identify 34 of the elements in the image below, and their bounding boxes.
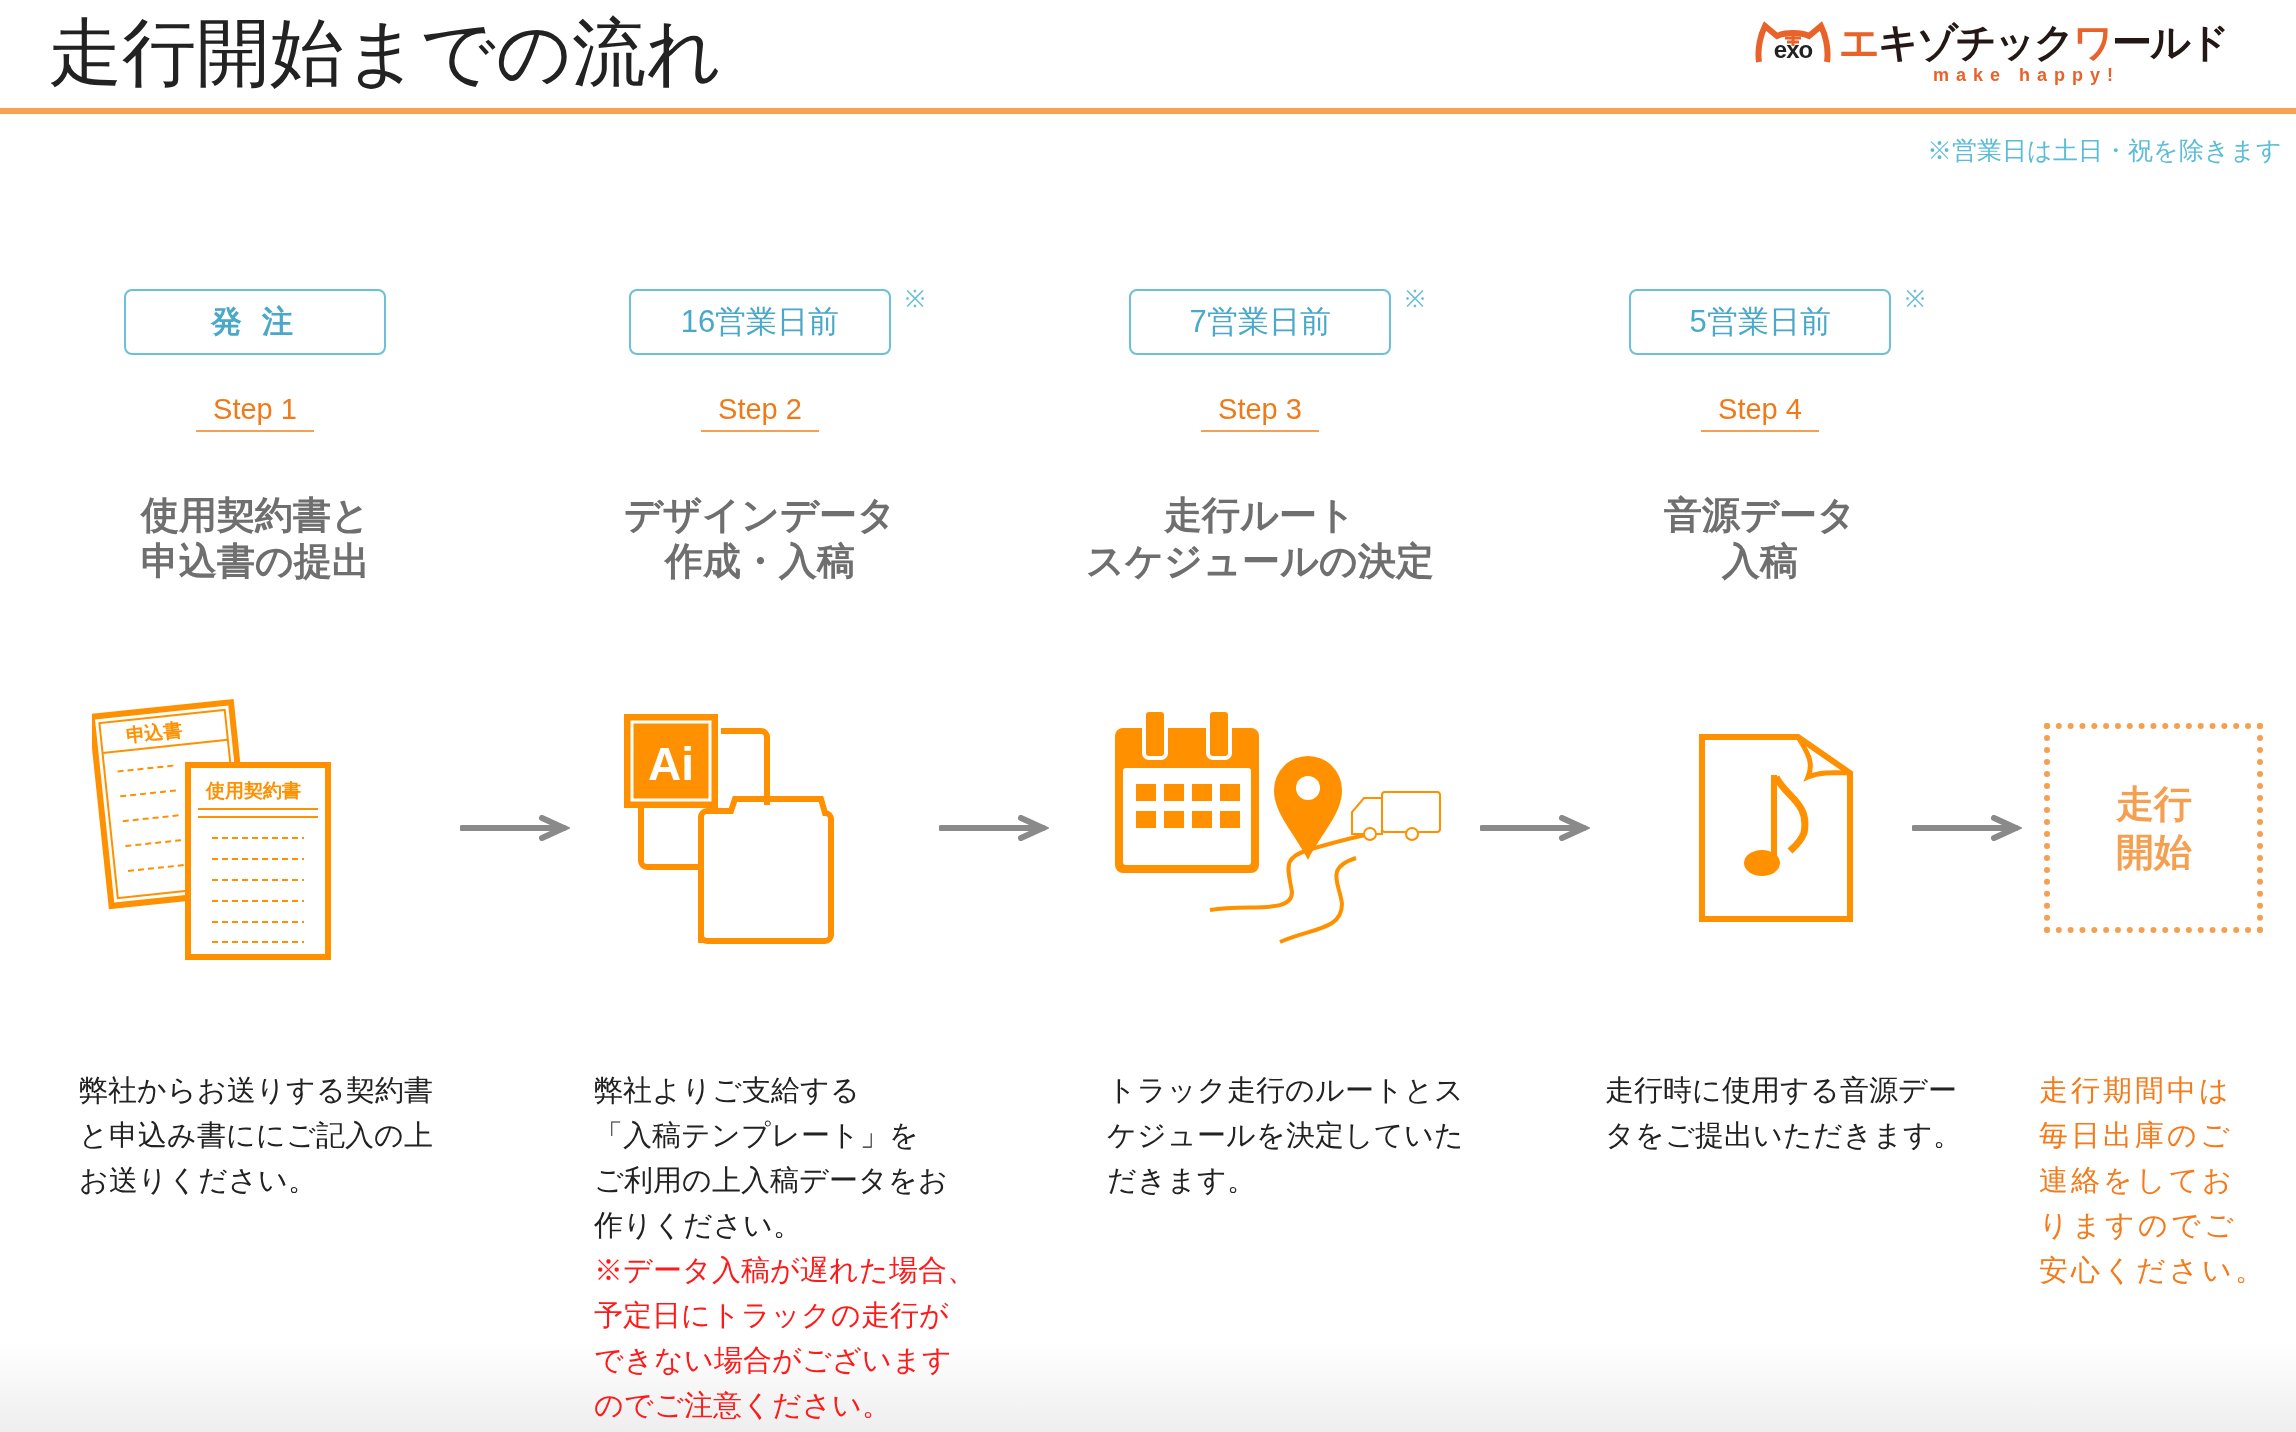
note-mark: ※ (1405, 284, 1425, 314)
schedule-label: 7営業日前 (1129, 289, 1391, 355)
finish-label: 走行 開始 (2115, 782, 2192, 875)
logo-mark: exo (1755, 20, 1831, 64)
step-description: 弊社よりご支給する 「入稿テンプレート」を ご利用の上入稿データをお 作りください。 (594, 1073, 949, 1243)
note-mark: ※ (905, 284, 925, 314)
step-heading: 音源データ 入稿 (1664, 493, 1856, 584)
arrow-icon (1480, 815, 1590, 841)
schedule-label: 発 注 (124, 289, 386, 355)
form-title-label: 申込書 (124, 719, 184, 747)
note-mark: ※ (1905, 284, 1925, 314)
arrow-icon (1912, 815, 2022, 841)
warning-text: ※データ入稿が遅れた場合、 予定日にトラックの走行が できない場合がございます のでご注意ください。 (594, 1253, 977, 1423)
step-heading: 走行ルート スケジュールの決定 (1086, 493, 1434, 584)
logo-tagline: make happy! (1932, 66, 2120, 84)
step-label: Step 1 (196, 395, 314, 432)
finish-description: 走行期間中は 毎日出庫のご 連絡をしてお りますのでご 安心ください。 (2039, 1073, 2268, 1288)
logo-wordmark: エキゾチック ワールド (1839, 22, 2228, 62)
arrow-icon (460, 815, 570, 841)
step-heading: デザインデータ 作成・入稿 (624, 493, 896, 584)
step-description: 走行時に使用する音源デー タをご提出いただきます。 (1605, 1073, 1963, 1153)
page-title: 走行開始までの流れ (48, 10, 722, 90)
step-label: Step 4 (1701, 395, 1819, 432)
step-label: Step 2 (701, 395, 819, 432)
step-label: Step 3 (1201, 395, 1319, 432)
ai-label: Ai (648, 738, 694, 790)
step-heading: 使用契約書と 申込書の提出 (140, 493, 370, 584)
footnote-text: ※営業日は土日・祝を除きます (1926, 135, 2283, 163)
schedule-label: 5営業日前 (1629, 289, 1891, 355)
form-title-label: 使用契約書 (206, 780, 301, 801)
step-description: 弊社からお送りする契約書 と申込み書ににご記入の上 お送りください。 (79, 1073, 434, 1198)
arrow-icon (939, 815, 1049, 841)
schedule-label: 16営業日前 (629, 289, 891, 355)
step-description: トラック走行のルートとス ケジュールを決定していた だきます。 (1107, 1073, 1465, 1198)
